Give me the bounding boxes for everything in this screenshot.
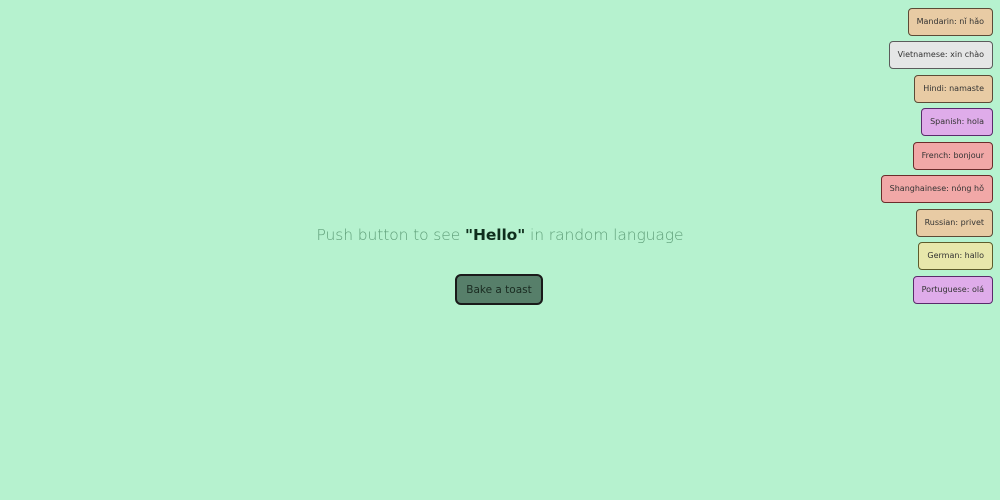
prompt-text: Push button to see "Hello" in random lan… — [0, 226, 1000, 244]
prompt-before: Push button to see — [316, 226, 465, 244]
prompt-highlight: "Hello" — [465, 226, 526, 244]
toast-german: German: hallo — [918, 242, 993, 270]
toast-mandarin: Mandarin: nǐ hǎo — [907, 8, 993, 36]
toast-portuguese: Portuguese: olá — [912, 276, 993, 304]
toast-shanghainese: Shanghainese: nóng hǒ — [880, 175, 993, 203]
toast-hindi: Hindi: namaste — [914, 75, 993, 103]
toast-french: French: bonjour — [912, 142, 993, 170]
prompt-after: in random language — [525, 226, 684, 244]
prompt-container: Push button to see "Hello" in random lan… — [0, 226, 1000, 244]
bake-toast-button[interactable]: Bake a toast — [455, 274, 543, 305]
toast-vietnamese: Vietnamese: xin chào — [888, 41, 993, 69]
toast-spanish: Spanish: hola — [921, 108, 993, 136]
page: Push button to see "Hello" in random lan… — [0, 0, 1000, 500]
toast-russian: Russian: privet — [915, 209, 993, 237]
